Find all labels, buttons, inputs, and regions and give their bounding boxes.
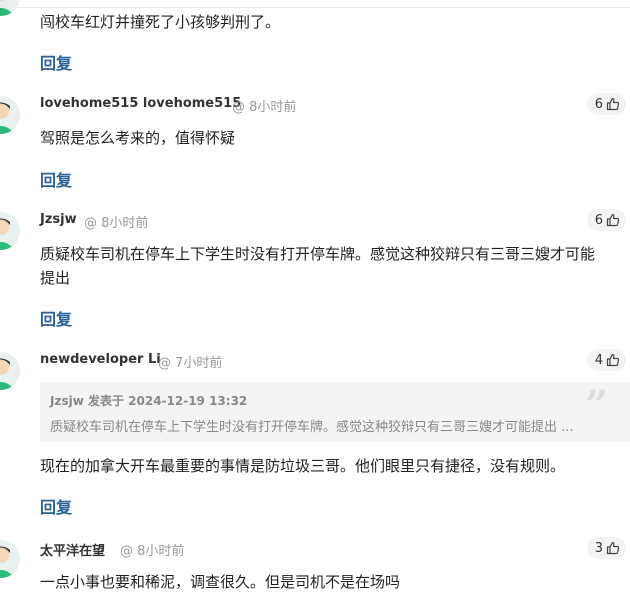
quote-text: 质疑校车司机在停车上下学生时没有打开停车牌。感觉这种狡辩只有三哥三嫂才可能提出 … <box>50 420 574 435</box>
thumbs-up-icon <box>606 541 620 555</box>
default-avatar-icon[interactable] <box>0 96 20 134</box>
comment-time: @ 7小时前 <box>158 356 223 371</box>
comment-author[interactable]: newdeveloper Li <box>40 352 161 367</box>
comment-author[interactable]: Jzsjw <box>40 212 77 227</box>
thumbs-up-icon <box>606 353 620 367</box>
top-divider <box>0 7 630 8</box>
default-avatar-icon[interactable] <box>0 352 20 390</box>
default-avatar-icon[interactable] <box>0 540 20 578</box>
reply-button[interactable]: 回复 <box>40 167 72 191</box>
like-button[interactable]: 3 <box>586 537 626 559</box>
comment-time: @ 8小时前 <box>120 544 185 559</box>
comment-body-line: 一点小事也要和稀泥，调查很久。但是司机不是在场吗 <box>40 573 401 591</box>
reply-button[interactable]: 回复 <box>40 494 72 518</box>
reply-button[interactable]: 回复 <box>40 50 72 74</box>
default-avatar-icon[interactable] <box>0 212 20 250</box>
like-count: 3 <box>594 540 603 556</box>
like-button[interactable]: 6 <box>586 93 626 115</box>
like-button[interactable]: 6 <box>586 209 626 231</box>
thumbs-up-icon <box>606 213 620 227</box>
like-button[interactable]: 4 <box>586 349 626 371</box>
comment-time: @ 8小时前 <box>232 100 297 115</box>
quote-header: Jzsjw 发表于 2024-12-19 13:32 <box>50 394 248 408</box>
comment-body-line: 现在的加拿大开车最重要的事情是防垃圾三哥。他们眼里只有捷径，没有规则。 <box>40 457 566 475</box>
like-count: 6 <box>594 96 603 112</box>
default-avatar-icon[interactable] <box>0 0 20 16</box>
quoted-comment: Jzsjw 发表于 2024-12-19 13:32 质疑校车司机在停车上下学生… <box>40 382 630 442</box>
thumbs-up-icon <box>606 97 620 111</box>
reply-button[interactable]: 回复 <box>40 306 72 330</box>
comment-body-line: 质疑校车司机在停车上下学生时没有打开停车牌。感觉这种狡辩只有三哥三嫂才可能 <box>40 245 596 263</box>
comment-body-line: 提出 <box>40 269 71 287</box>
comment-author[interactable]: lovehome515 lovehome515 <box>40 96 241 111</box>
comment-time: @ 8小时前 <box>84 216 149 231</box>
quote-mark-icon: ” <box>584 382 608 429</box>
like-count: 6 <box>594 212 603 228</box>
comment-body-line: 闯校车红灯并撞死了小孩够判刑了。 <box>40 13 281 31</box>
comment-body-line: 驾照是怎么考来的，值得怀疑 <box>40 129 236 147</box>
comment-author[interactable]: 太平洋在望 <box>40 540 105 559</box>
like-count: 4 <box>594 352 603 368</box>
